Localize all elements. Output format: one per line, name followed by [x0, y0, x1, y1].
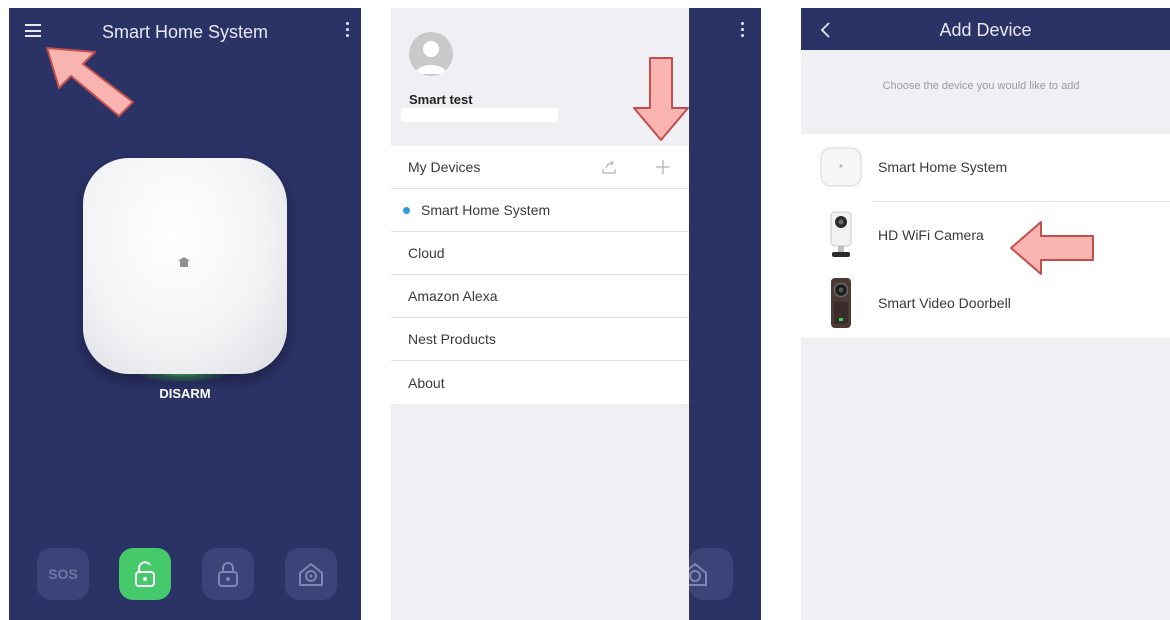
device-type-list: Smart Home System HD WiFi Camera Smart V… — [801, 134, 1170, 338]
pointer-arrow-icon — [46, 47, 134, 117]
pointer-arrow-icon — [1010, 221, 1094, 275]
camera-thumbnail-icon — [830, 211, 852, 257]
device-option-hd-wifi-camera[interactable]: HD WiFi Camera — [801, 202, 1170, 268]
menu-item-cloud[interactable]: Cloud — [391, 232, 689, 275]
page-title: Add Device — [939, 20, 1032, 40]
add-device-screen: Add Device Choose the device you would l… — [801, 8, 1170, 620]
share-icon[interactable] — [601, 159, 617, 175]
menu-item-label: Cloud — [408, 245, 445, 261]
arm-status-label: DISARM — [159, 386, 211, 401]
menu-item-label: About — [408, 374, 445, 391]
menu-item-smart-home-system[interactable]: Smart Home System — [391, 189, 689, 232]
home-screen: Smart Home System DISARM SOS — [9, 8, 361, 620]
sos-label: SOS — [48, 566, 78, 582]
menu-item-label: Smart Home System — [421, 202, 551, 218]
unlock-icon — [135, 561, 155, 587]
menu-item-label: Nest Products — [408, 331, 496, 347]
more-vert-icon[interactable] — [739, 22, 745, 42]
add-device-header: Add Device — [801, 8, 1170, 50]
add-device-instructions: Choose the device you would like to add — [882, 80, 1080, 92]
device-option-label: Smart Home System — [878, 159, 1008, 175]
lock-icon — [218, 562, 238, 587]
plus-icon[interactable] — [655, 159, 671, 175]
more-vert-icon[interactable] — [344, 22, 350, 42]
home-lock-icon — [299, 563, 323, 586]
hub-logo-icon — [178, 257, 190, 267]
pointer-arrow-icon — [633, 57, 689, 141]
doorbell-thumbnail-icon — [831, 278, 851, 328]
device-option-label: Smart Video Doorbell — [878, 295, 1011, 311]
profile-name: Smart test — [409, 92, 473, 107]
sos-button[interactable]: SOS — [37, 548, 89, 600]
device-option-label: HD WiFi Camera — [878, 227, 984, 243]
profile-email-redacted — [401, 108, 558, 122]
menu-item-label: Amazon Alexa — [408, 288, 498, 304]
hub-device-image — [83, 158, 287, 374]
home-arm-button[interactable] — [285, 548, 337, 600]
hub-thumbnail-icon — [820, 147, 862, 187]
menu-item-amazon-alexa[interactable]: Amazon Alexa — [391, 275, 689, 318]
mode-button-bar: SOS — [9, 548, 361, 604]
device-option-smart-home-system[interactable]: Smart Home System — [801, 134, 1170, 200]
home-arm-button-behind — [683, 548, 733, 600]
home-title: Smart Home System — [101, 22, 269, 42]
arm-button[interactable] — [202, 548, 254, 600]
avatar-icon[interactable] — [409, 32, 453, 76]
drawer-screen: Smart test My Devices Smart Home System … — [391, 8, 761, 620]
my-devices-row: My Devices — [391, 146, 689, 189]
selected-dot — [403, 206, 410, 214]
menu-item-about[interactable]: About — [391, 361, 689, 404]
device-option-smart-video-doorbell[interactable]: Smart Video Doorbell — [801, 270, 1170, 336]
my-devices-label: My Devices — [408, 159, 481, 175]
disarm-button[interactable] — [119, 548, 171, 600]
menu-item-nest-products[interactable]: Nest Products — [391, 318, 689, 361]
drawer-menu-list: My Devices Smart Home System Cloud Amazo… — [391, 146, 689, 404]
